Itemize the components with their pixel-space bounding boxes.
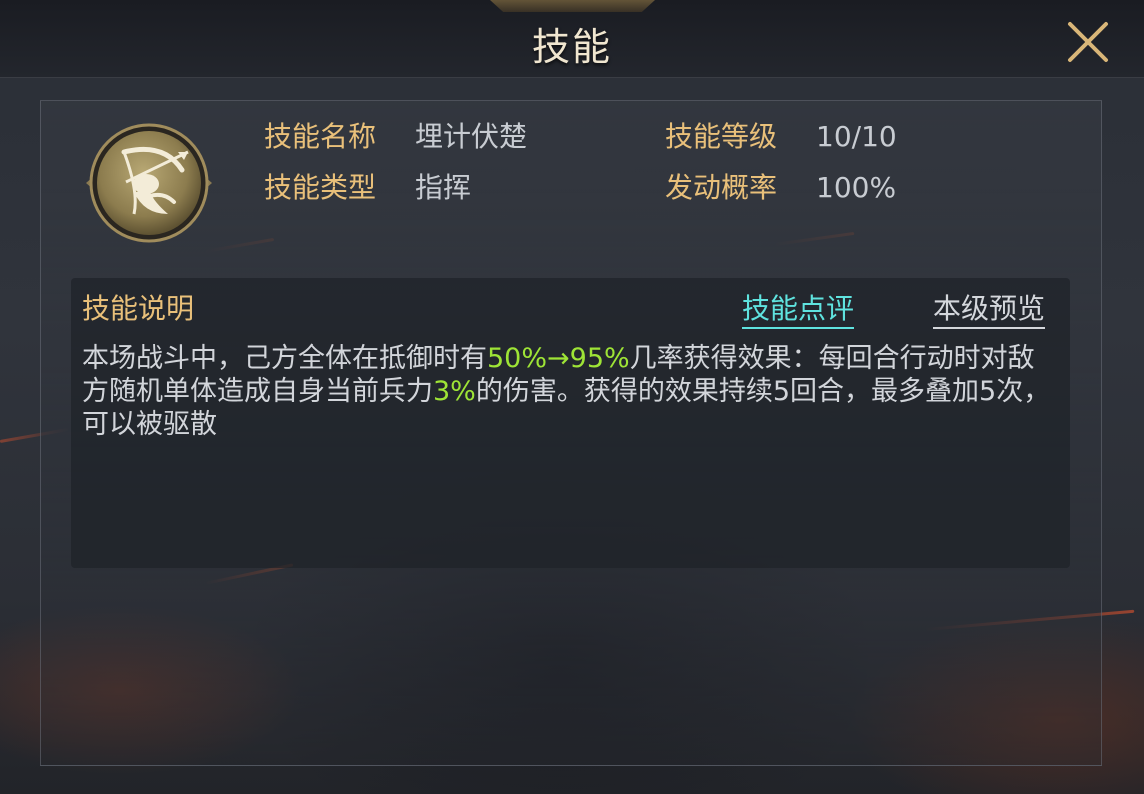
skill-type-value: 指挥 [415,171,472,204]
archer-emblem-icon [84,122,214,244]
skill-level-label: 技能等级 [665,120,778,153]
skill-level-value: 10/10 [816,120,897,153]
dialog-title: 技能 [531,25,612,69]
description-segment: 本场战斗中，己方全体在抵御时有 [82,343,487,374]
close-icon [1068,22,1108,62]
description-highlight: 50%→95% [487,343,630,374]
skill-rate-label: 发动概率 [665,171,778,204]
level-preview-link[interactable]: 本级预览 [933,292,1046,329]
dialog-header: 技能 [0,0,1144,78]
description-text: 本场战斗中，己方全体在抵御时有50%→95%几率获得效果：每回合行动时对敌方随机… [82,342,1052,441]
skill-name-label: 技能名称 [264,120,377,153]
description-highlight: 3% [433,376,476,407]
skill-name-value: 埋计伏楚 [415,120,528,153]
skill-review-link[interactable]: 技能点评 [742,292,855,329]
header-ornament [490,0,655,12]
skill-type-label: 技能类型 [264,171,377,204]
description-heading: 技能说明 [82,292,195,325]
skill-rate-value: 100% [816,171,897,204]
close-button[interactable] [1060,14,1116,70]
